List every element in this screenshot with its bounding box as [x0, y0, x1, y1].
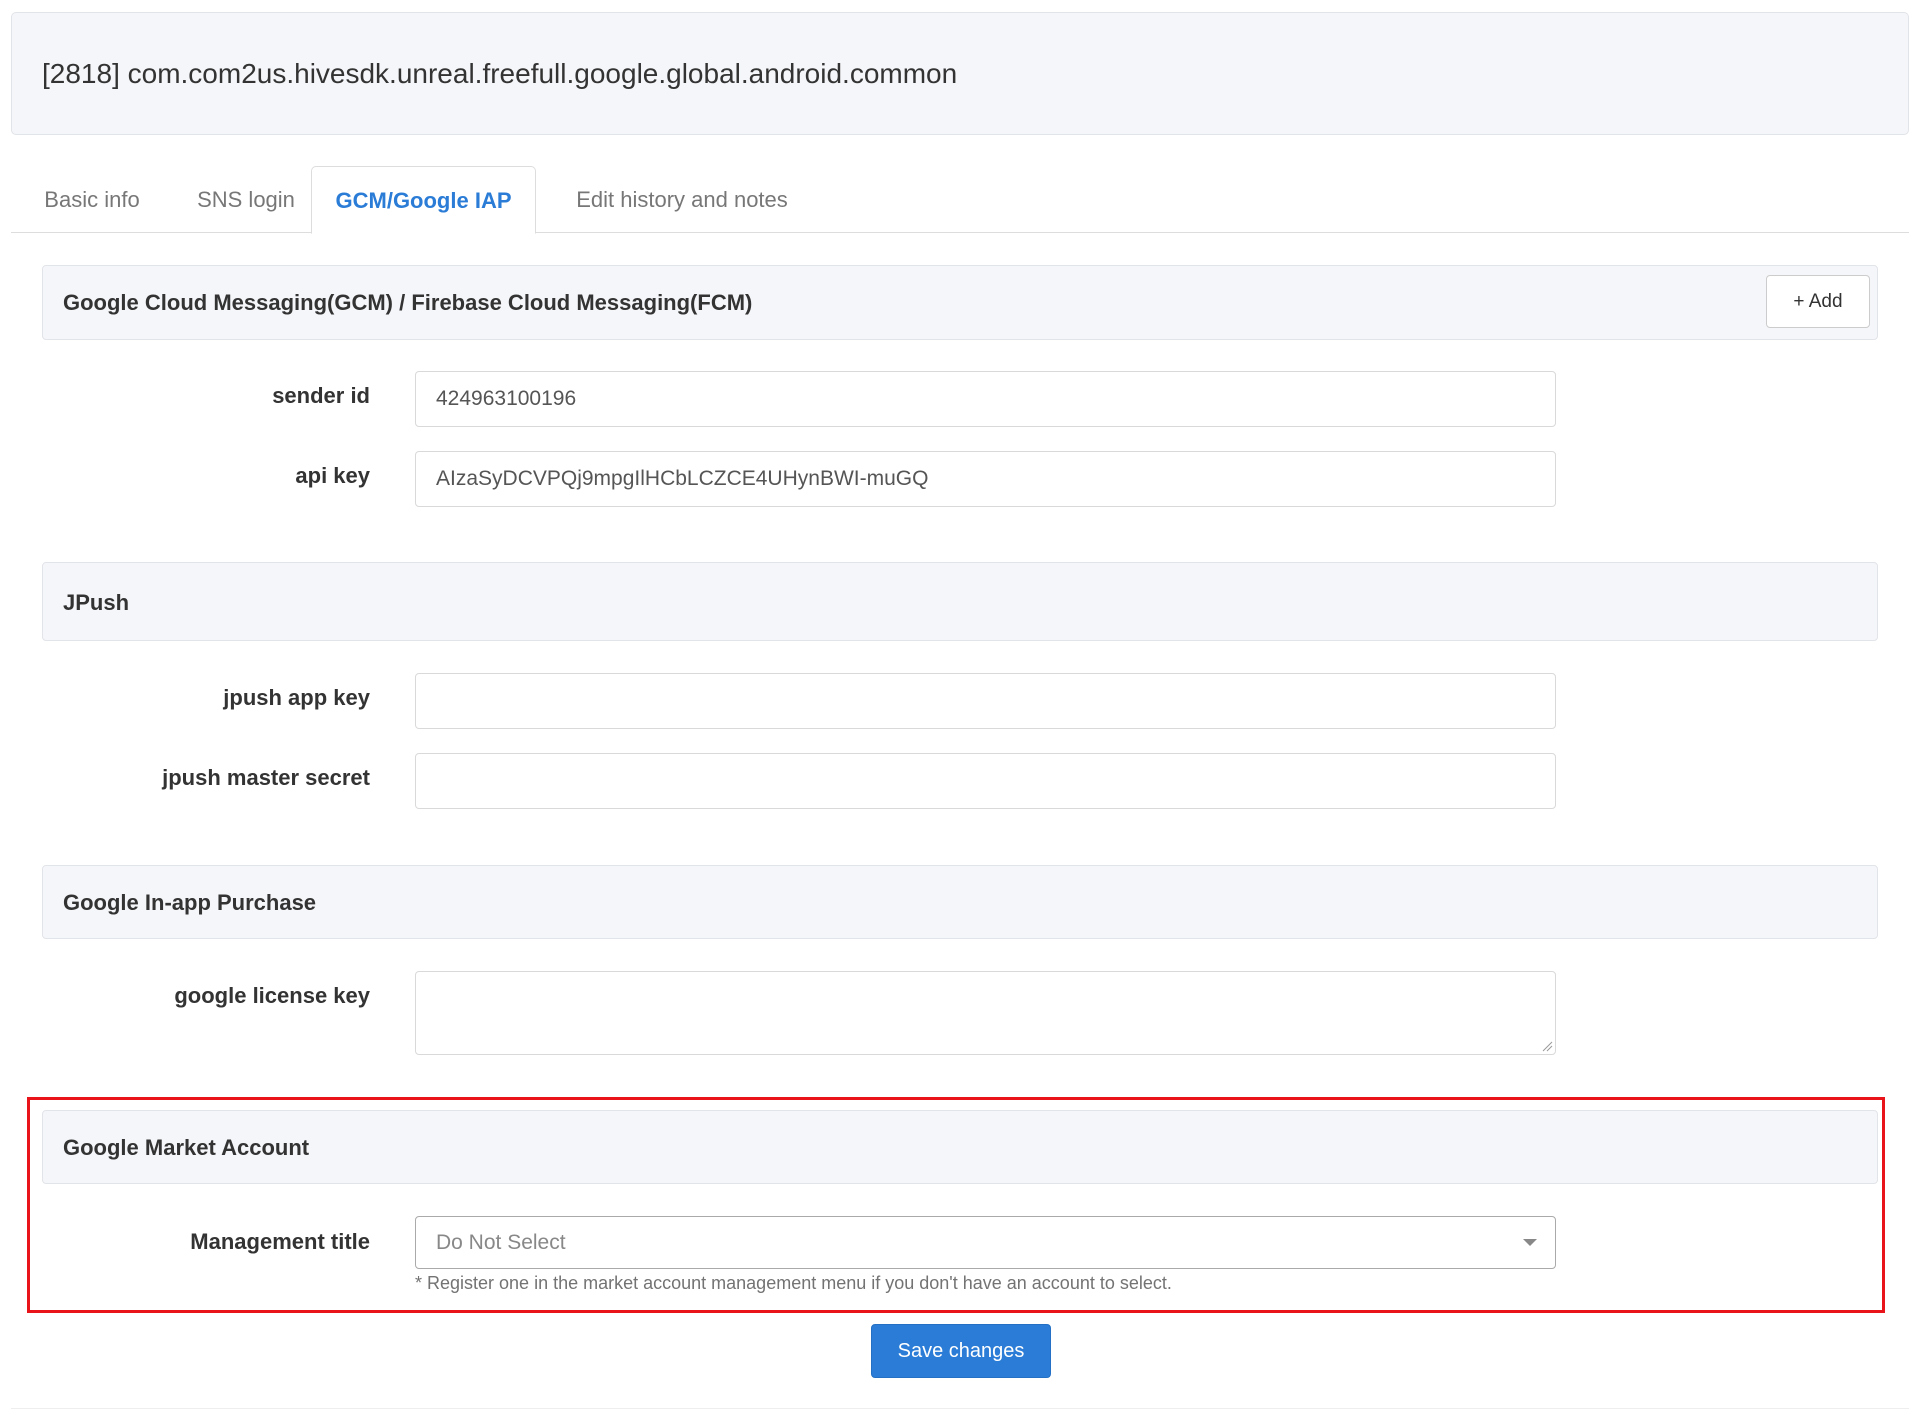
jpush-panel-header: JPush: [42, 562, 1878, 641]
jpush-app-key-label: jpush app key: [223, 685, 370, 710]
jpush-app-key-input[interactable]: [415, 673, 1556, 729]
gcm-panel-title: Google Cloud Messaging(GCM) / Firebase C…: [63, 290, 753, 315]
market-panel-header: Google Market Account: [42, 1110, 1878, 1184]
add-button[interactable]: + Add: [1766, 275, 1870, 328]
tab-gcm-google-iap[interactable]: GCM/Google IAP: [311, 166, 536, 234]
market-panel-title: Google Market Account: [63, 1135, 310, 1160]
help-text: * Register one in the market account man…: [415, 1273, 1172, 1293]
bottom-divider: [11, 1408, 1909, 1409]
save-button[interactable]: Save changes: [871, 1324, 1051, 1378]
page-title: [2818] com.com2us.hivesdk.unreal.freeful…: [42, 58, 958, 89]
resize-handle-icon[interactable]: [1541, 1040, 1553, 1052]
jpush-panel-title: JPush: [63, 590, 130, 615]
google-license-key-label: google license key: [174, 983, 370, 1008]
management-title-select[interactable]: Do Not Select: [415, 1216, 1556, 1269]
api-key-label: api key: [295, 463, 370, 488]
app-header: [2818] com.com2us.hivesdk.unreal.freeful…: [11, 12, 1909, 135]
iap-panel-header: Google In-app Purchase: [42, 865, 1878, 939]
management-title-label: Management title: [190, 1229, 370, 1254]
tab-basic-info[interactable]: Basic info: [22, 166, 162, 233]
tab-edit-history[interactable]: Edit history and notes: [551, 166, 813, 233]
api-key-input[interactable]: AIzaSyDCVPQj9mpgIlHCbLCZCE4UHynBWI-muGQ: [415, 451, 1556, 507]
chevron-down-icon: [1523, 1239, 1537, 1246]
jpush-master-secret-input[interactable]: [415, 753, 1556, 809]
tab-bar: Basic info SNS login GCM/Google IAP Edit…: [11, 166, 1909, 234]
jpush-master-secret-label: jpush master secret: [162, 765, 370, 790]
iap-panel-title: Google In-app Purchase: [63, 890, 317, 915]
gcm-panel-header: Google Cloud Messaging(GCM) / Firebase C…: [42, 265, 1878, 340]
selected-option: Do Not Select: [436, 1231, 566, 1254]
tab-sns-login[interactable]: SNS login: [176, 166, 316, 233]
sender-id-label: sender id: [272, 383, 370, 408]
google-license-key-textarea[interactable]: [415, 971, 1556, 1055]
sender-id-input[interactable]: 424963100196: [415, 371, 1556, 427]
